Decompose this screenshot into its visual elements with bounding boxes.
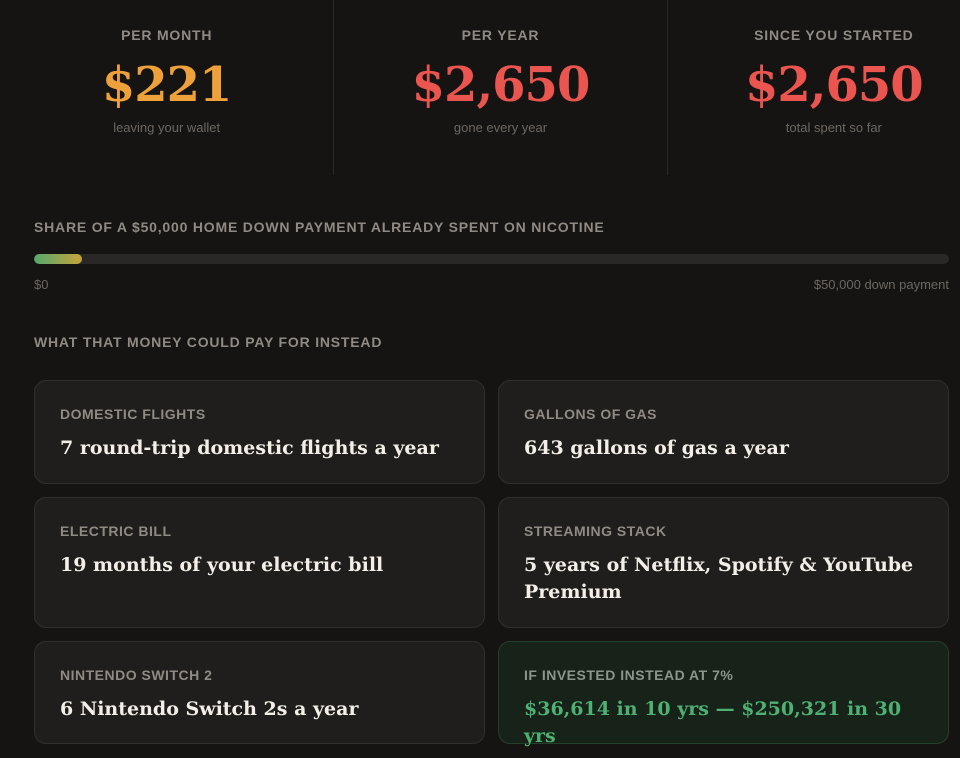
card-text: $36,614 in 10 yrs — $250,321 in 30 yrs (524, 698, 902, 747)
stat-caption: total spent so far (785, 120, 882, 135)
stats-row: PER MONTH $221 leaving your wallet PER Y… (0, 0, 960, 175)
progress-min-label: $0 (34, 277, 49, 292)
progress-max-label: $50,000 down payment (813, 277, 949, 292)
card-electric-bill: ELECTRIC BILL 19 months of your electric… (34, 497, 485, 628)
card-label: GALLONS OF GAS (524, 406, 657, 422)
card-text: 643 gallons of gas a year (524, 437, 789, 459)
alternatives-heading: WHAT THAT MONEY COULD PAY FOR INSTEAD (34, 334, 383, 350)
card-gallons-of-gas: GALLONS OF GAS 643 gallons of gas a year (498, 380, 949, 484)
card-invested-instead: IF INVESTED INSTEAD AT 7% $36,614 in 10 … (498, 641, 949, 747)
stat-label: PER MONTH (121, 27, 213, 43)
stat-since-started: SINCE YOU STARTED $2,650 total spent so … (666, 0, 960, 175)
card-text: 6 Nintendo Switch 2s a year (60, 698, 359, 720)
card-label: IF INVESTED INSTEAD AT 7% (524, 667, 734, 683)
card-text: 5 years of Netflix, Spotify & YouTube Pr… (524, 554, 914, 603)
card-nintendo-switch: NINTENDO SWITCH 2 6 Nintendo Switch 2s a… (34, 641, 485, 744)
stat-per-month: PER MONTH $221 leaving your wallet (0, 0, 333, 175)
card-label: DOMESTIC FLIGHTS (60, 406, 206, 422)
stat-caption: leaving your wallet (113, 120, 221, 135)
stat-per-year: PER YEAR $2,650 gone every year (333, 0, 666, 175)
stat-label: SINCE YOU STARTED (754, 27, 914, 43)
stat-label: PER YEAR (461, 27, 540, 43)
stat-value: $221 (101, 57, 233, 113)
progress-fill (34, 254, 83, 264)
progress-heading: SHARE OF A $50,000 HOME DOWN PAYMENT ALR… (34, 219, 605, 235)
down-payment-progress-bar (34, 254, 949, 264)
stat-value: $2,650 (411, 57, 591, 113)
card-label: NINTENDO SWITCH 2 (60, 667, 213, 683)
card-label: ELECTRIC BILL (60, 523, 172, 539)
card-text: 19 months of your electric bill (60, 554, 384, 576)
savings-page: PER MONTH $221 leaving your wallet PER Y… (0, 0, 960, 758)
stat-caption: gone every year (453, 120, 548, 135)
card-text: 7 round-trip domestic flights a year (60, 437, 439, 459)
card-streaming-stack: STREAMING STACK 5 years of Netflix, Spot… (498, 497, 949, 628)
card-label: STREAMING STACK (524, 523, 667, 539)
stat-value: $2,650 (744, 57, 924, 113)
card-domestic-flights: DOMESTIC FLIGHTS 7 round-trip domestic f… (34, 380, 485, 484)
